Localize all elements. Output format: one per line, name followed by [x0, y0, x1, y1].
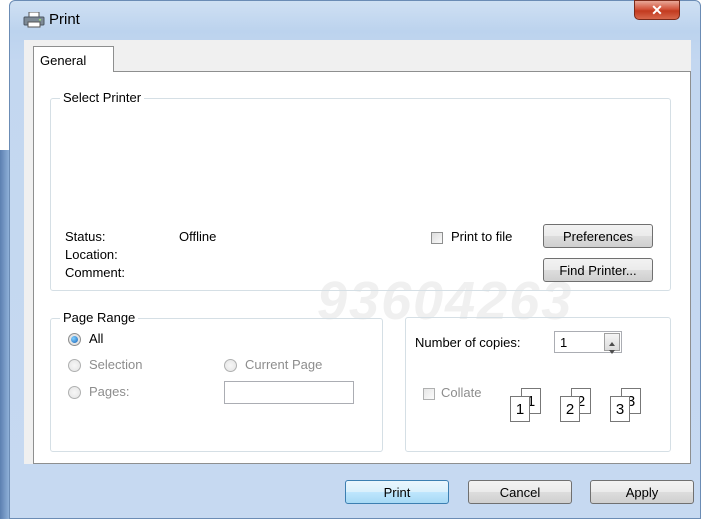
collate-page-2-front: 2: [560, 396, 580, 422]
window-title: Print: [49, 11, 80, 28]
all-radio-label[interactable]: All: [89, 331, 103, 346]
spinner-down-icon[interactable]: [608, 343, 616, 358]
print-to-file-text: Print to file: [451, 229, 513, 244]
find-printer-button-label: Find Printer...: [559, 262, 637, 278]
current-page-radio-label[interactable]: Current Page: [245, 357, 322, 372]
print-to-file-checkbox[interactable]: [431, 232, 443, 244]
select-printer-label: Select Printer: [60, 90, 145, 105]
printer-icon: [23, 11, 45, 28]
apply-button[interactable]: Apply: [590, 480, 694, 504]
location-label: Location:: [65, 247, 118, 262]
cancel-button[interactable]: Cancel: [468, 480, 572, 504]
copies-spinner[interactable]: [604, 333, 620, 354]
collate-illustration-icon: 1 1 2 2 3 3: [507, 388, 667, 428]
page-range-label: Page Range: [60, 310, 139, 325]
status-value: Offline: [179, 229, 217, 244]
pages-input[interactable]: [224, 381, 354, 404]
collate-page-1-front: 1: [510, 396, 530, 422]
close-icon: ✕: [651, 2, 663, 18]
pages-radio-label[interactable]: Pages:: [89, 384, 129, 399]
selection-radio-label[interactable]: Selection: [89, 357, 142, 372]
find-printer-button[interactable]: Find Printer...: [543, 258, 653, 282]
preferences-button[interactable]: Preferences: [543, 224, 653, 248]
print-button-label: Print: [383, 484, 411, 500]
apply-button-label: Apply: [625, 484, 659, 500]
pages-radio[interactable]: [68, 386, 81, 399]
collate-checkbox[interactable]: [423, 388, 435, 400]
collate-page-3-front: 3: [610, 396, 630, 422]
number-of-copies-label: Number of copies:: [415, 335, 521, 350]
print-dialog-window: Print ✕ General 93604263 Select Printer …: [9, 0, 701, 519]
print-to-file-label[interactable]: Print to file: [451, 229, 512, 244]
collate-page-2-front-number: 2: [565, 401, 575, 418]
status-label: Status:: [65, 229, 106, 244]
all-radio[interactable]: [68, 333, 81, 346]
collate-label[interactable]: Collate: [441, 385, 481, 400]
window-edge-left: [0, 150, 9, 519]
close-button[interactable]: ✕: [634, 0, 680, 20]
comment-label: Comment:: [65, 265, 125, 280]
cancel-button-label: Cancel: [499, 484, 541, 500]
tab-general[interactable]: General: [33, 46, 114, 72]
collate-page-3-front-number: 3: [615, 401, 625, 418]
selection-radio[interactable]: [68, 359, 81, 372]
tab-general-label: General: [40, 53, 87, 68]
collate-page-1-front-number: 1: [515, 401, 525, 418]
current-page-radio[interactable]: [224, 359, 237, 372]
preferences-button-label: Preferences: [562, 228, 634, 244]
print-button[interactable]: Print: [345, 480, 449, 504]
